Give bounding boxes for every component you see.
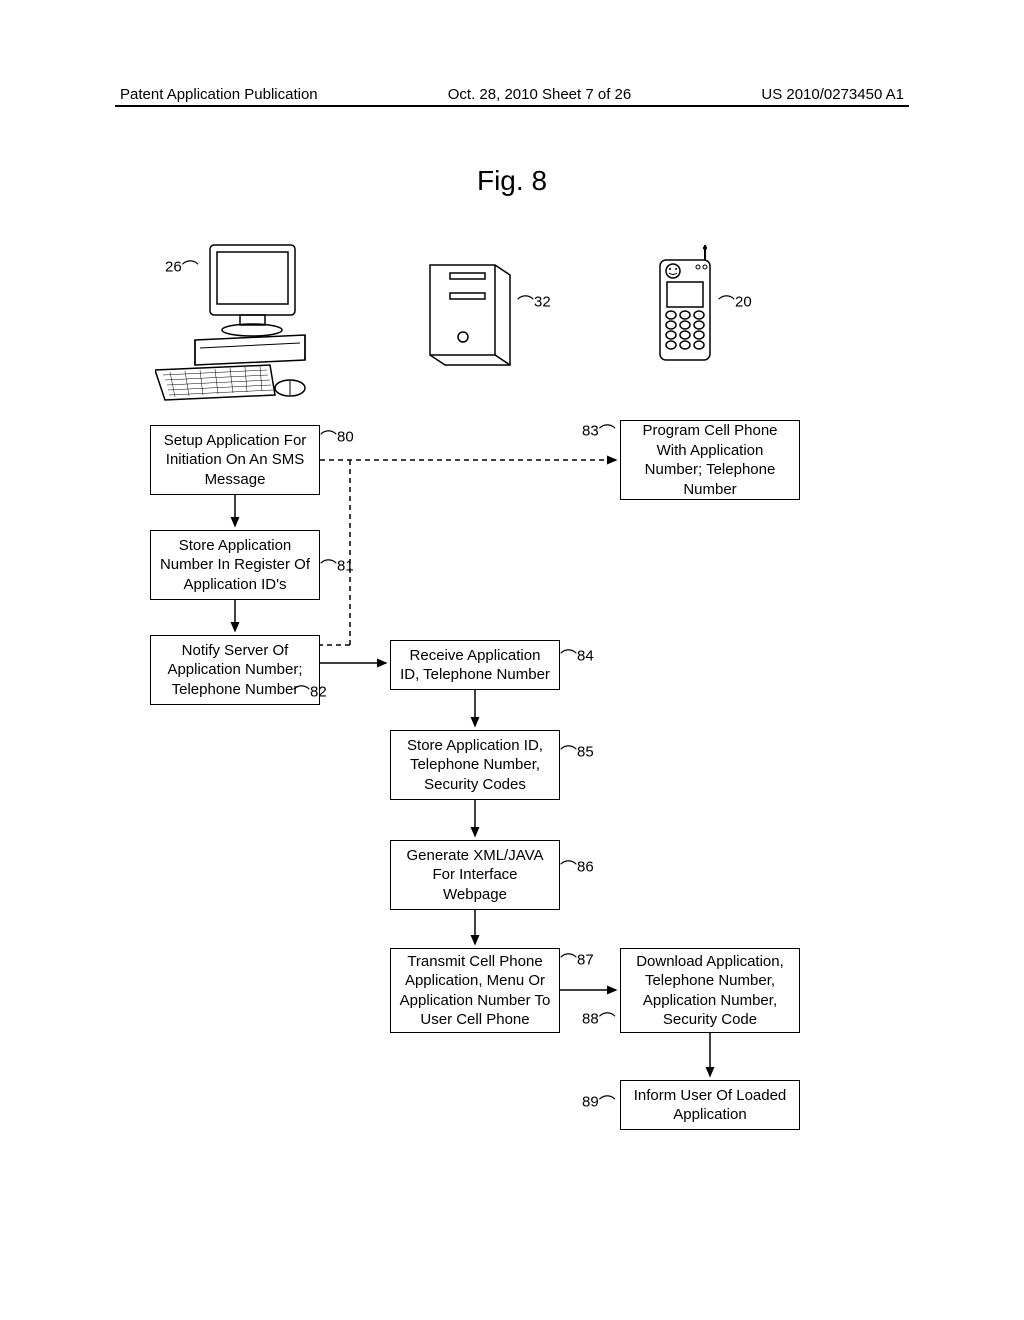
arrows [0,0,1024,1320]
